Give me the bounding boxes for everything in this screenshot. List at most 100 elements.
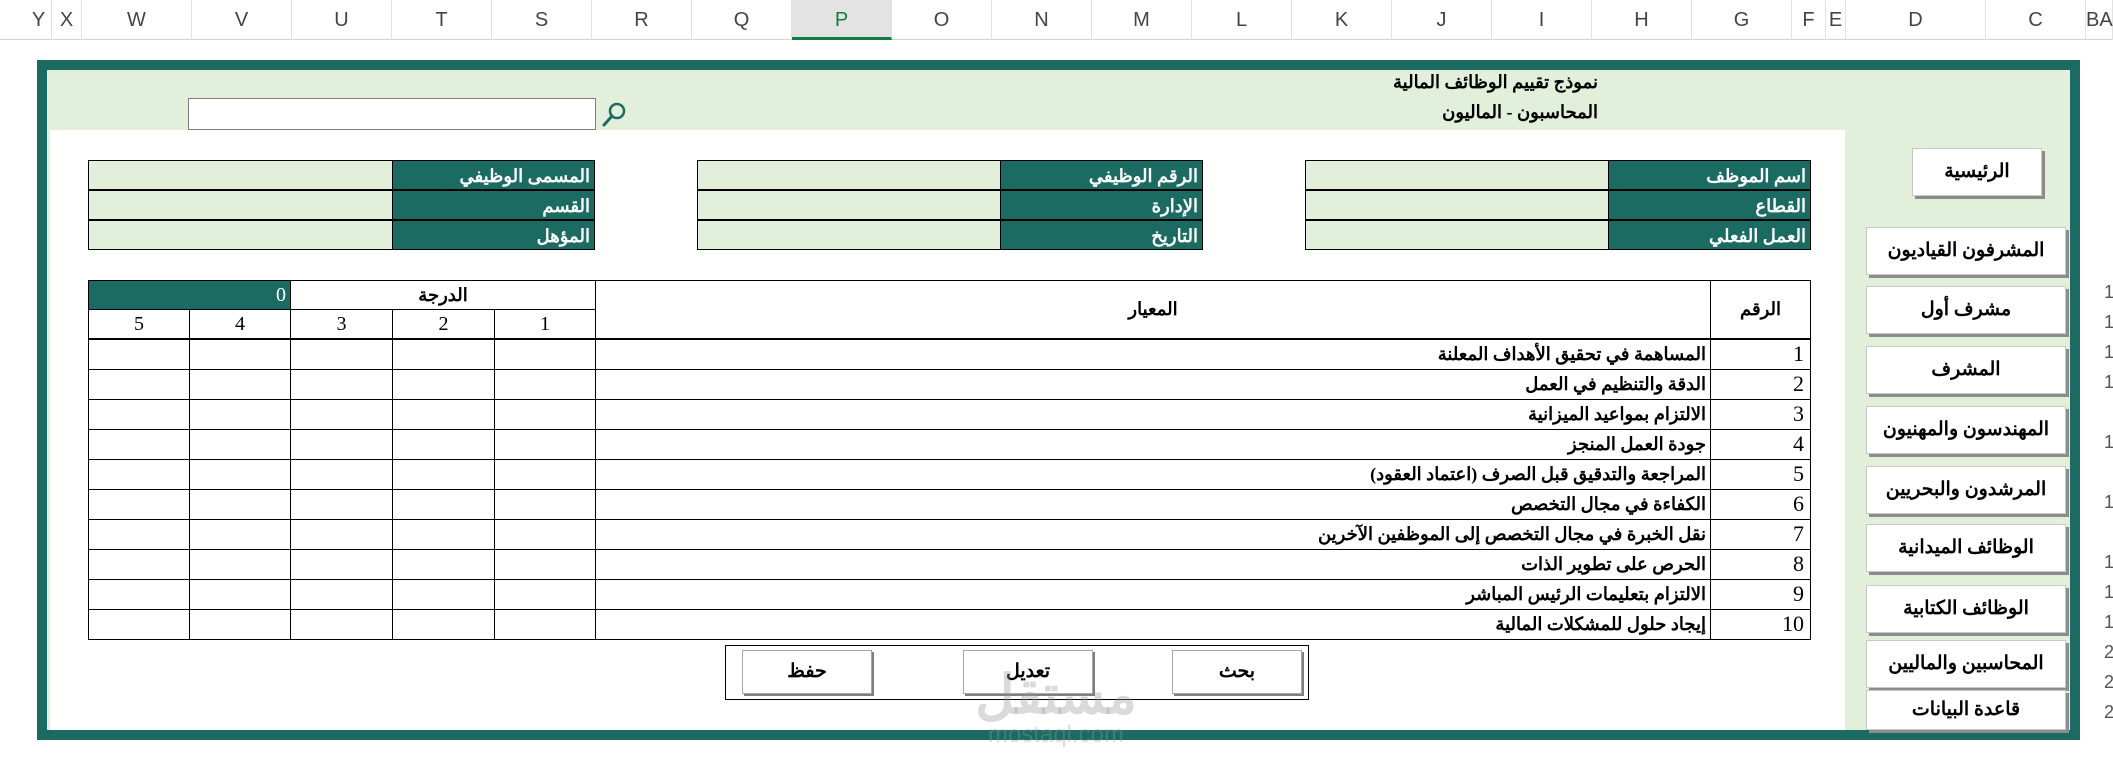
column-header[interactable]: K: [1292, 0, 1392, 40]
score-cell-5[interactable]: [88, 429, 190, 460]
job-number-field[interactable]: [697, 160, 1001, 190]
section-field[interactable]: [88, 190, 393, 220]
employee-name-field[interactable]: [1305, 160, 1609, 190]
column-header[interactable]: Q: [692, 0, 792, 40]
score-cell-3[interactable]: [290, 579, 393, 610]
row-number[interactable]: 1: [2104, 282, 2113, 312]
score-cell-3[interactable]: [290, 339, 393, 370]
score-cell-1[interactable]: [494, 369, 596, 400]
score-cell-4[interactable]: [189, 339, 291, 370]
job-title-field[interactable]: [88, 160, 393, 190]
nav-home-button[interactable]: الرئيسية: [1912, 148, 2042, 196]
date-field[interactable]: [697, 220, 1001, 250]
nav-engineers-button[interactable]: المهندسون والمهنيون: [1866, 406, 2066, 454]
column-header[interactable]: H: [1592, 0, 1692, 40]
search-button[interactable]: بحث: [1172, 650, 1302, 694]
save-button[interactable]: حفظ: [742, 650, 872, 694]
score-cell-1[interactable]: [494, 549, 596, 580]
score-cell-3[interactable]: [290, 399, 393, 430]
score-cell-5[interactable]: [88, 369, 190, 400]
score-cell-4[interactable]: [189, 549, 291, 580]
column-header[interactable]: C: [1986, 0, 2086, 40]
score-cell-2[interactable]: [392, 609, 495, 640]
score-cell-2[interactable]: [392, 579, 495, 610]
column-header[interactable]: O: [892, 0, 992, 40]
score-cell-2[interactable]: [392, 339, 495, 370]
row-number[interactable]: 2: [2104, 672, 2113, 702]
column-header[interactable]: V: [192, 0, 292, 40]
score-cell-2[interactable]: [392, 399, 495, 430]
score-cell-3[interactable]: [290, 519, 393, 550]
column-header[interactable]: E: [1826, 0, 1846, 40]
actual-work-field[interactable]: [1305, 220, 1609, 250]
nav-supervisor-button[interactable]: المشرف: [1866, 346, 2066, 394]
column-header[interactable]: D: [1846, 0, 1986, 40]
score-cell-4[interactable]: [189, 579, 291, 610]
column-header[interactable]: J: [1392, 0, 1492, 40]
score-cell-2[interactable]: [392, 369, 495, 400]
column-header[interactable]: Y: [26, 0, 52, 40]
score-cell-5[interactable]: [88, 609, 190, 640]
column-header[interactable]: X: [52, 0, 82, 40]
score-cell-2[interactable]: [392, 429, 495, 460]
row-number[interactable]: 1: [2104, 582, 2113, 612]
score-cell-2[interactable]: [392, 489, 495, 520]
score-cell-5[interactable]: [88, 339, 190, 370]
row-number[interactable]: 1: [2104, 372, 2113, 402]
score-cell-4[interactable]: [189, 429, 291, 460]
row-number[interactable]: 1: [2104, 492, 2113, 522]
score-cell-4[interactable]: [189, 399, 291, 430]
row-number[interactable]: 1: [2104, 552, 2113, 582]
score-cell-1[interactable]: [494, 429, 596, 460]
qualification-field[interactable]: [88, 220, 393, 250]
column-header[interactable]: G: [1692, 0, 1792, 40]
nav-field-jobs-button[interactable]: الوظائف الميدانية: [1866, 524, 2066, 572]
column-header[interactable]: L: [1192, 0, 1292, 40]
sector-field[interactable]: [1305, 190, 1609, 220]
score-cell-5[interactable]: [88, 579, 190, 610]
score-cell-3[interactable]: [290, 459, 393, 490]
column-header[interactable]: BA: [2086, 0, 2113, 40]
column-header[interactable]: I: [1492, 0, 1592, 40]
column-header-active[interactable]: P: [792, 0, 892, 40]
score-cell-5[interactable]: [88, 519, 190, 550]
column-header[interactable]: R: [592, 0, 692, 40]
score-cell-2[interactable]: [392, 459, 495, 490]
score-cell-3[interactable]: [290, 609, 393, 640]
nav-database-button[interactable]: قاعدة البيانات: [1866, 690, 2066, 730]
score-cell-5[interactable]: [88, 489, 190, 520]
score-cell-1[interactable]: [494, 339, 596, 370]
nav-guides-mariners-button[interactable]: المرشدون والبحريين: [1866, 466, 2066, 514]
column-header[interactable]: T: [392, 0, 492, 40]
column-header[interactable]: M: [1092, 0, 1192, 40]
score-cell-1[interactable]: [494, 609, 596, 640]
score-cell-1[interactable]: [494, 579, 596, 610]
score-cell-3[interactable]: [290, 429, 393, 460]
score-cell-4[interactable]: [189, 489, 291, 520]
nav-accountants-button[interactable]: المحاسبين والماليين: [1866, 640, 2066, 688]
score-cell-5[interactable]: [88, 549, 190, 580]
nav-clerical-jobs-button[interactable]: الوظائف الكتابية: [1866, 585, 2066, 633]
row-number[interactable]: 1: [2104, 342, 2113, 372]
score-cell-1[interactable]: [494, 459, 596, 490]
edit-button[interactable]: تعديل: [963, 650, 1093, 694]
row-number[interactable]: 1: [2104, 432, 2113, 462]
search-icon[interactable]: [598, 100, 630, 130]
row-number[interactable]: 2: [2104, 642, 2113, 672]
column-header[interactable]: U: [292, 0, 392, 40]
score-cell-1[interactable]: [494, 489, 596, 520]
column-header[interactable]: N: [992, 0, 1092, 40]
search-input[interactable]: [188, 98, 596, 130]
column-header[interactable]: S: [492, 0, 592, 40]
score-cell-4[interactable]: [189, 369, 291, 400]
score-cell-2[interactable]: [392, 519, 495, 550]
row-number[interactable]: 1: [2104, 612, 2113, 642]
nav-senior-supervisor-button[interactable]: مشرف أول: [1866, 286, 2066, 334]
score-cell-4[interactable]: [189, 459, 291, 490]
score-cell-3[interactable]: [290, 489, 393, 520]
column-header[interactable]: W: [82, 0, 192, 40]
score-cell-3[interactable]: [290, 549, 393, 580]
nav-leader-supervisors-button[interactable]: المشرفون القياديون: [1866, 227, 2066, 275]
score-cell-5[interactable]: [88, 399, 190, 430]
column-header[interactable]: F: [1792, 0, 1826, 40]
